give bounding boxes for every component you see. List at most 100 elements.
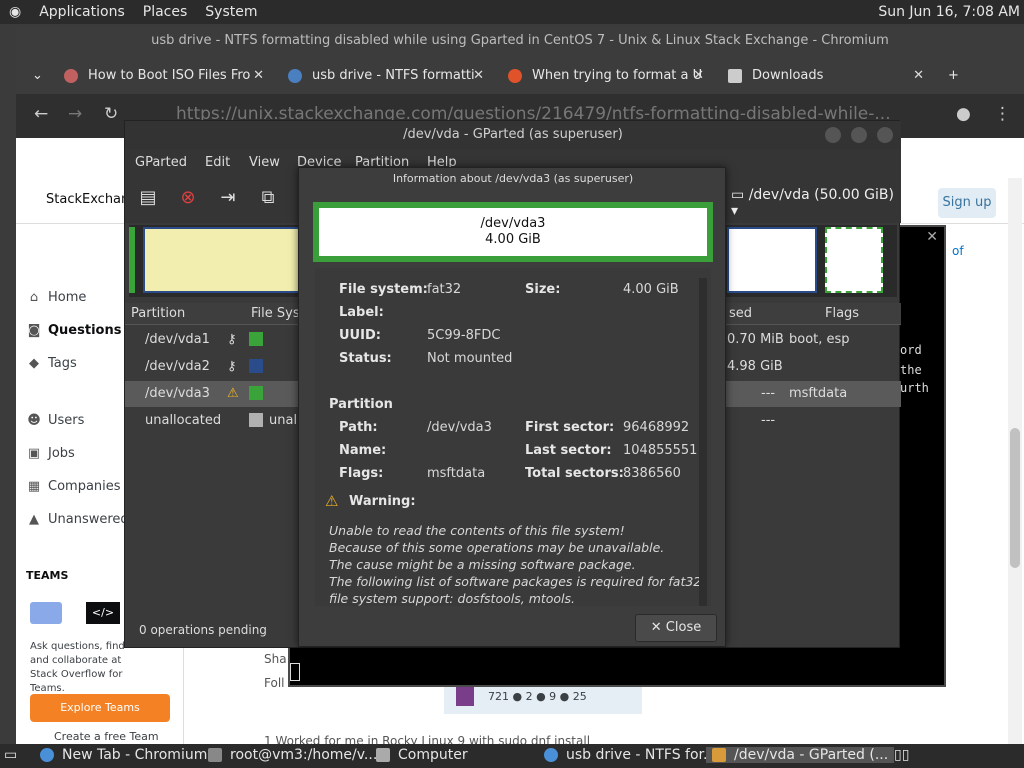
clock[interactable]: Sun Jun 16, 7:08 AM [878,4,1024,20]
value-status: Not mounted [427,351,513,366]
task-gparted[interactable]: /dev/vda - GParted (... [706,747,895,763]
minimize-icon[interactable] [825,127,841,143]
label-last-sector: Last sector: [525,443,612,458]
tab-search-chevron-icon[interactable]: ⌄ [32,60,52,92]
partition-vda2-block[interactable] [143,227,303,293]
nav-tags[interactable]: ◆ Tags [26,356,77,371]
tab-close-icon[interactable]: ✕ [693,60,704,92]
profile-icon[interactable]: ● [956,104,971,124]
nav-label: Home [48,290,87,305]
fs-color-swatch [249,413,263,427]
label-size: Size: [525,282,561,297]
task-label: /dev/vda - GParted (... [734,747,889,763]
device-label: /dev/vda (50.00 GiB) [748,187,894,203]
follow-link[interactable]: Foll [264,676,284,690]
warning-line: The following list of software packages … [329,574,702,589]
tab-format-usb[interactable]: When trying to format a U ✕ [508,60,704,92]
col-partition[interactable]: Partition [131,306,185,321]
tab-label: When trying to format a U [532,68,703,83]
scroll-thumb[interactable] [1010,428,1020,568]
nav-label: Questions [48,323,122,338]
col-used[interactable]: sed [729,306,752,321]
nav-label: Unanswered [48,512,129,527]
row-partition: /dev/vda1 [145,332,210,347]
partition-size: 4.00 GiB [485,232,541,247]
nav-home[interactable]: ⌂ Home [26,290,87,305]
share-link[interactable]: Sha [264,652,287,666]
row-used: --- [761,386,776,401]
nav-companies[interactable]: ▦ Companies [26,479,121,494]
close-button[interactable]: ✕ Close [635,614,717,642]
forward-arrow-icon[interactable]: → [68,104,82,124]
task-new-tab[interactable]: New Tab - Chromium [40,747,207,763]
tab-close-icon[interactable]: ✕ [253,60,264,92]
copy-icon[interactable]: ⧉ [257,187,279,209]
label-file-system: File system: [339,282,428,297]
menu-edit[interactable]: Edit [205,155,230,170]
reload-icon[interactable]: ↻ [104,104,118,124]
code-icon: </> [86,602,120,624]
close-icon[interactable] [877,127,893,143]
row-partition: unallocated [145,413,222,428]
nav-jobs[interactable]: ▣ Jobs [26,446,75,461]
show-desktop-icon[interactable]: ▭ [4,747,17,763]
explore-teams-button[interactable]: Explore Teams [30,694,170,722]
favicon-icon [288,68,302,83]
label-name: Name: [339,443,387,458]
close-icon[interactable]: ✕ [926,229,938,245]
signup-button[interactable]: Sign up [938,188,996,218]
dialog-scrollbar[interactable] [699,278,707,606]
users-icon: ☻ [27,413,41,428]
warning-line: The cause might be a missing software pa… [329,557,636,572]
menu-gparted[interactable]: GParted [135,155,187,170]
delete-icon[interactable]: ⊗ [177,187,199,209]
user-stats: 721 ● 2 ● 9 ● 25 [488,690,587,703]
panel-logo-icon[interactable]: ◉ [0,4,30,20]
disk-icon: ▭ [731,187,749,203]
favicon-icon [64,68,78,83]
new-partition-icon[interactable]: ▤ [137,187,159,209]
nav-questions[interactable]: ◙ Questions [26,323,122,338]
row-flags: msftdata [789,386,848,401]
tab-downloads[interactable]: Downloads ✕ [728,60,924,92]
partition-info-dialog: Information about /dev/vda3 (as superuse… [298,167,726,647]
page-scrollbar[interactable] [1008,178,1022,744]
info-details[interactable]: File system: fat32 Size: 4.00 GiB Label:… [315,268,711,606]
device-select[interactable]: ▭ /dev/vda (50.00 GiB) ▾ [731,187,901,219]
back-arrow-icon[interactable]: ← [34,104,48,124]
chromium-title: usb drive - NTFS formatting disabled whi… [16,26,1024,56]
maximize-icon[interactable] [851,127,867,143]
workspace-switcher-icon[interactable]: ▯▯ [894,747,909,763]
row-fs: unall [269,413,301,428]
teams-illustration-icon [30,602,62,624]
resize-move-icon[interactable]: ⇥ [217,187,239,209]
nav-unanswered[interactable]: ▲ Unanswered [26,512,129,527]
task-terminal[interactable]: root@vm3:/home/v... [208,747,377,763]
task-usb-drive[interactable]: usb drive - NTFS for... [544,747,716,763]
nav-users[interactable]: ☻ Users [26,413,84,428]
partition-block[interactable] [727,227,817,293]
tab-close-icon[interactable]: ✕ [913,60,924,92]
warning-line: Unable to read the contents of this file… [329,523,625,538]
new-tab-button[interactable]: + [948,60,968,92]
col-filesystem[interactable]: File Syst [251,306,305,321]
menu-applications[interactable]: Applications [30,4,134,20]
task-computer[interactable]: Computer [376,747,468,763]
task-label: New Tab - Chromium [62,747,208,763]
menu-kebab-icon[interactable]: ⋮ [994,104,1011,124]
menu-system[interactable]: System [196,4,266,20]
menu-places[interactable]: Places [134,4,197,20]
col-flags[interactable]: Flags [825,306,859,321]
partition-vda1-block[interactable] [129,227,135,293]
unallocated-block[interactable] [825,227,883,293]
create-team-link[interactable]: Create a free Team [54,730,159,743]
tab-usb-drive[interactable]: usb drive - NTFS formatti ✕ [288,60,484,92]
terminal-line: ord [900,343,922,357]
home-icon: ⌂ [29,290,39,305]
tab-close-icon[interactable]: ✕ [473,60,484,92]
nav-label: Tags [48,356,77,371]
tab-label: How to Boot ISO Files Fro [88,68,251,83]
menu-view[interactable]: View [249,155,280,170]
tab-boot-iso[interactable]: How to Boot ISO Files Fro ✕ [64,60,264,92]
value-total-sectors: 8386560 [623,466,681,481]
